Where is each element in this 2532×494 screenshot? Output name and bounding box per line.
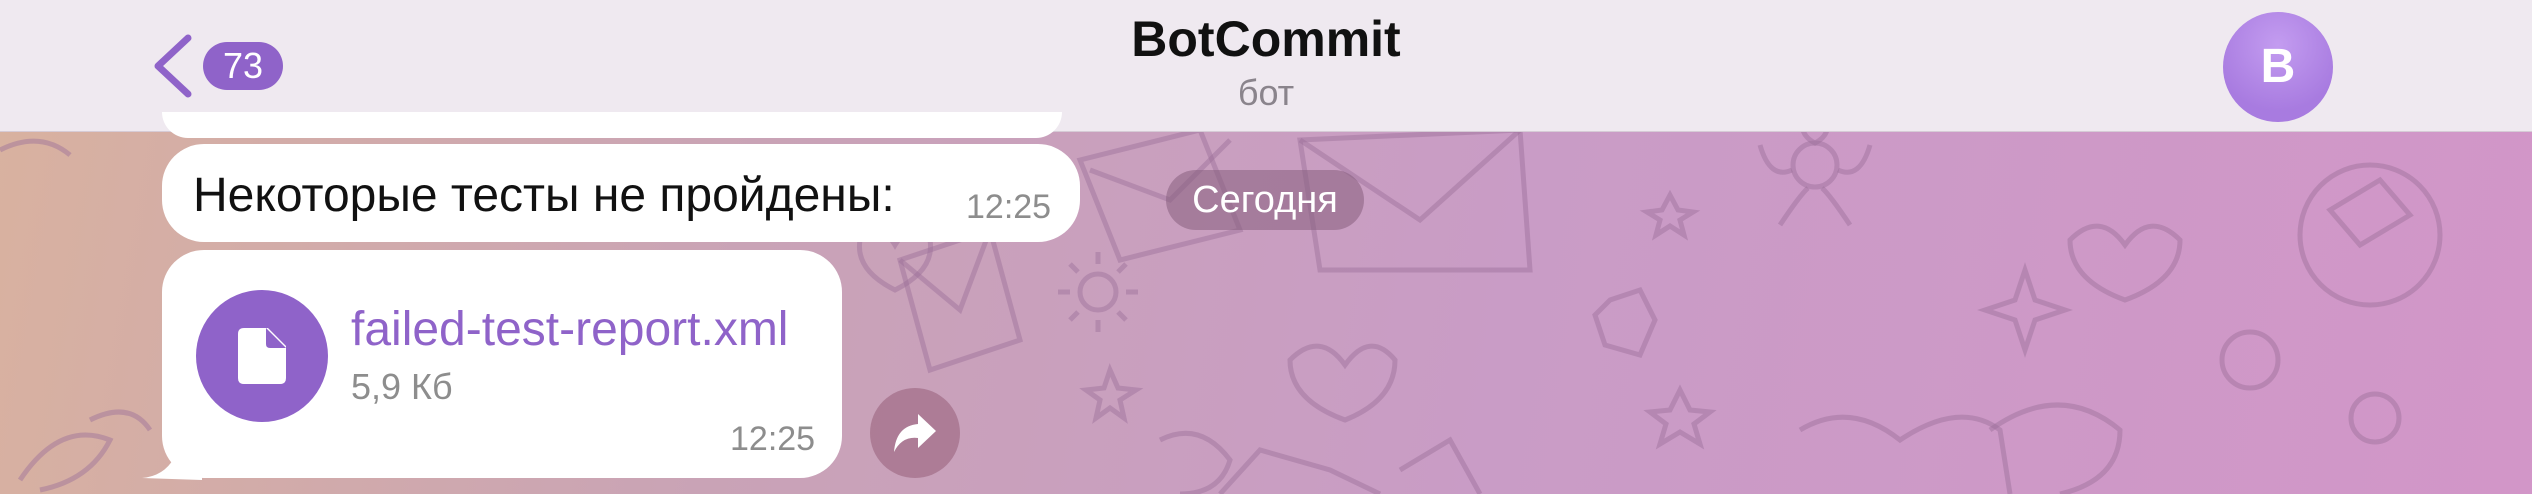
message-time: 12:25 [730, 420, 816, 458]
text-message-bubble[interactable]: Некоторые тесты не пройдены: 12:25 [162, 144, 1080, 242]
avatar[interactable]: B [2223, 12, 2333, 122]
chat-subtitle: бот [1237, 72, 1295, 113]
document-icon[interactable] [196, 290, 328, 422]
date-separator: Сегодня [1166, 170, 1364, 230]
file-size: 5,9 Кб [351, 366, 453, 407]
previous-message-bubble [162, 112, 1062, 138]
forward-button[interactable] [870, 388, 960, 478]
chat-title[interactable]: BotCommit [0, 10, 2532, 68]
message-time: 12:25 [966, 188, 1052, 226]
message-text: Некоторые тесты не пройдены: [193, 169, 895, 222]
forward-arrow-icon [894, 414, 936, 452]
file-name-link[interactable]: failed-test-report.xml [351, 302, 788, 357]
